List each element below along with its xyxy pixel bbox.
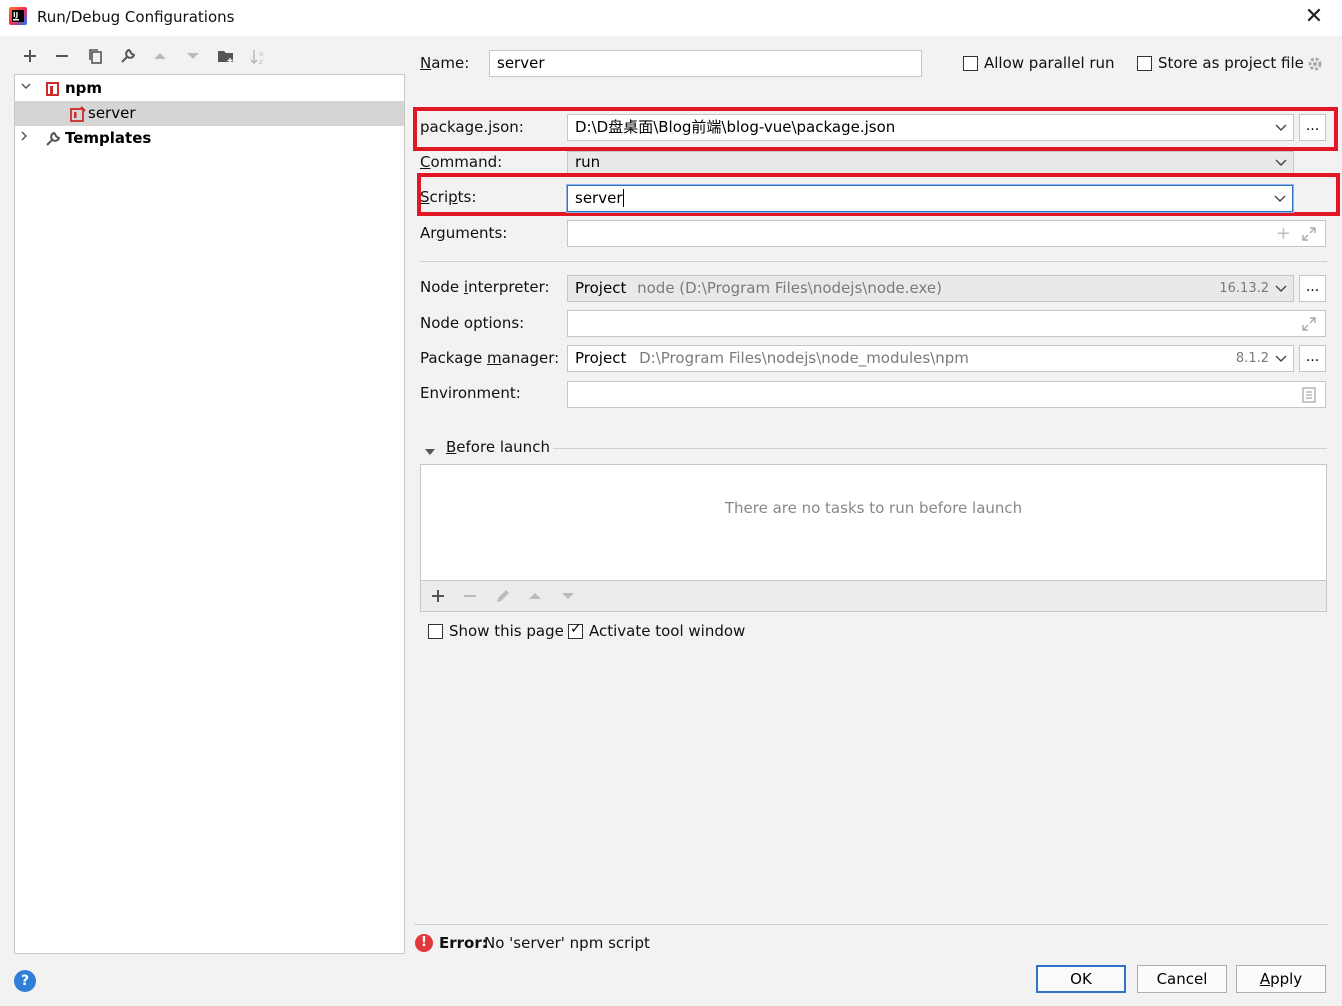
allow-parallel-label: Allow parallel run bbox=[984, 54, 1115, 72]
section-divider bbox=[420, 261, 1327, 262]
package-json-label: package.json: bbox=[420, 118, 524, 136]
close-icon[interactable]: ✕ bbox=[1300, 3, 1328, 31]
tree-label-templates: Templates bbox=[65, 129, 152, 147]
package-manager-value: D:\Program Files\nodejs\node_modules\npm bbox=[639, 349, 969, 367]
name-input[interactable]: server bbox=[489, 50, 922, 77]
tree-node-server[interactable]: server bbox=[15, 101, 404, 126]
sort-alphabetically-icon[interactable]: az bbox=[247, 48, 269, 70]
wrench-icon bbox=[45, 130, 61, 155]
package-manager-label: Package manager: bbox=[420, 349, 560, 367]
package-manager-version: 8.1.2 bbox=[1235, 351, 1269, 366]
tree-label-server: server bbox=[88, 104, 136, 122]
node-interpreter-value: node (D:\Program Files\nodejs\node.exe) bbox=[637, 279, 942, 297]
chevron-right-icon[interactable] bbox=[17, 126, 31, 151]
svg-text:z: z bbox=[259, 58, 263, 66]
error-divider bbox=[414, 924, 1328, 925]
environment-input[interactable] bbox=[567, 381, 1326, 408]
store-project-file-checkbox[interactable] bbox=[1137, 56, 1152, 71]
node-version: 16.13.2 bbox=[1219, 281, 1269, 296]
add-task-icon[interactable] bbox=[430, 588, 446, 608]
add-configuration-button[interactable] bbox=[19, 48, 41, 70]
new-folder-icon[interactable] bbox=[215, 48, 237, 70]
package-json-dropdown[interactable]: D:\D盘桌面\Blog前端\blog-vue\package.json bbox=[567, 114, 1294, 141]
chevron-down-icon bbox=[1274, 186, 1286, 211]
help-icon[interactable]: ? bbox=[14, 970, 36, 992]
before-launch-toolbar bbox=[420, 580, 1327, 612]
node-options-label: Node options: bbox=[420, 314, 525, 332]
node-interpreter-dropdown[interactable]: Project node (D:\Program Files\nodejs\no… bbox=[567, 275, 1294, 302]
browse-node-interpreter-button[interactable]: ... bbox=[1299, 275, 1326, 302]
command-label: Command: bbox=[420, 153, 503, 171]
show-this-page-label: Show this page bbox=[449, 622, 564, 640]
expand-icon[interactable] bbox=[1301, 225, 1317, 246]
tree-label-npm: npm bbox=[65, 79, 103, 97]
scripts-value: server bbox=[575, 189, 623, 207]
move-down-icon[interactable] bbox=[182, 48, 204, 70]
scripts-label: Scripts: bbox=[420, 188, 477, 206]
show-this-page-checkbox[interactable] bbox=[428, 624, 443, 639]
package-json-value: D:\D盘桌面\Blog前端\blog-vue\package.json bbox=[575, 118, 896, 136]
chevron-down-icon bbox=[1275, 346, 1287, 371]
before-launch-task-list[interactable]: There are no tasks to run before launch bbox=[420, 464, 1327, 581]
arguments-label: Arguments: bbox=[420, 224, 508, 242]
before-launch-divider bbox=[553, 448, 1327, 449]
browse-package-manager-button[interactable]: ... bbox=[1299, 345, 1326, 372]
activate-tool-window-checkbox[interactable] bbox=[568, 621, 583, 639]
gear-icon[interactable] bbox=[1306, 55, 1324, 77]
package-manager-prefix: Project bbox=[575, 349, 627, 367]
move-task-down-icon[interactable] bbox=[560, 588, 576, 608]
ok-button[interactable]: OK bbox=[1036, 965, 1126, 993]
command-value: run bbox=[575, 153, 601, 171]
before-launch-label: Before launch bbox=[446, 438, 550, 456]
collapse-triangle-icon[interactable] bbox=[424, 443, 436, 461]
command-dropdown[interactable]: run bbox=[567, 151, 1294, 174]
tree-node-npm[interactable]: npm bbox=[15, 76, 404, 101]
move-task-up-icon[interactable] bbox=[527, 588, 543, 608]
npm-config-error-icon bbox=[70, 105, 86, 122]
chevron-down-icon bbox=[1275, 276, 1287, 301]
edit-task-pencil-icon[interactable] bbox=[495, 588, 511, 608]
window-title: Run/Debug Configurations bbox=[37, 8, 235, 26]
cancel-button[interactable]: Cancel bbox=[1137, 965, 1227, 993]
error-message: No 'server' npm script bbox=[484, 934, 650, 952]
tree-node-templates[interactable]: Templates bbox=[15, 126, 404, 151]
node-interpreter-label: Node interpreter: bbox=[420, 278, 550, 296]
move-up-icon[interactable] bbox=[149, 48, 171, 70]
scripts-dropdown[interactable]: server bbox=[567, 185, 1293, 212]
store-project-file-label: Store as project file bbox=[1158, 54, 1304, 72]
remove-configuration-button[interactable] bbox=[51, 48, 73, 70]
chevron-down-icon bbox=[1275, 115, 1287, 140]
npm-icon bbox=[46, 82, 59, 96]
remove-task-icon[interactable] bbox=[462, 588, 478, 608]
chevron-down-icon bbox=[1275, 152, 1287, 173]
arguments-input[interactable]: + bbox=[567, 220, 1326, 247]
environment-label: Environment: bbox=[420, 384, 521, 402]
name-label: Name: bbox=[420, 54, 470, 72]
svg-text:a: a bbox=[259, 50, 263, 58]
plus-icon[interactable]: + bbox=[1276, 221, 1291, 246]
activate-tool-window-label: Activate tool window bbox=[589, 622, 746, 640]
node-interpreter-prefix: Project bbox=[575, 279, 627, 297]
copy-configuration-button[interactable] bbox=[84, 48, 106, 70]
configuration-tree[interactable]: npm server Templates bbox=[14, 74, 405, 954]
node-options-input[interactable] bbox=[567, 310, 1326, 337]
error-icon: ! bbox=[415, 934, 433, 952]
svg-text:IJ: IJ bbox=[13, 11, 18, 19]
package-manager-dropdown[interactable]: Project D:\Program Files\nodejs\node_mod… bbox=[567, 345, 1294, 372]
document-icon[interactable] bbox=[1302, 386, 1316, 407]
browse-package-json-button[interactable]: ... bbox=[1299, 114, 1326, 141]
error-prefix: Error: bbox=[439, 934, 488, 952]
allow-parallel-checkbox[interactable] bbox=[963, 56, 978, 71]
apply-button[interactable]: Apply bbox=[1236, 965, 1326, 993]
chevron-down-icon[interactable] bbox=[19, 76, 33, 101]
intellij-logo-icon: IJ bbox=[8, 6, 28, 26]
edit-defaults-wrench-icon[interactable] bbox=[117, 48, 139, 70]
expand-icon[interactable] bbox=[1301, 315, 1317, 336]
no-tasks-text: There are no tasks to run before launch bbox=[724, 499, 1023, 517]
